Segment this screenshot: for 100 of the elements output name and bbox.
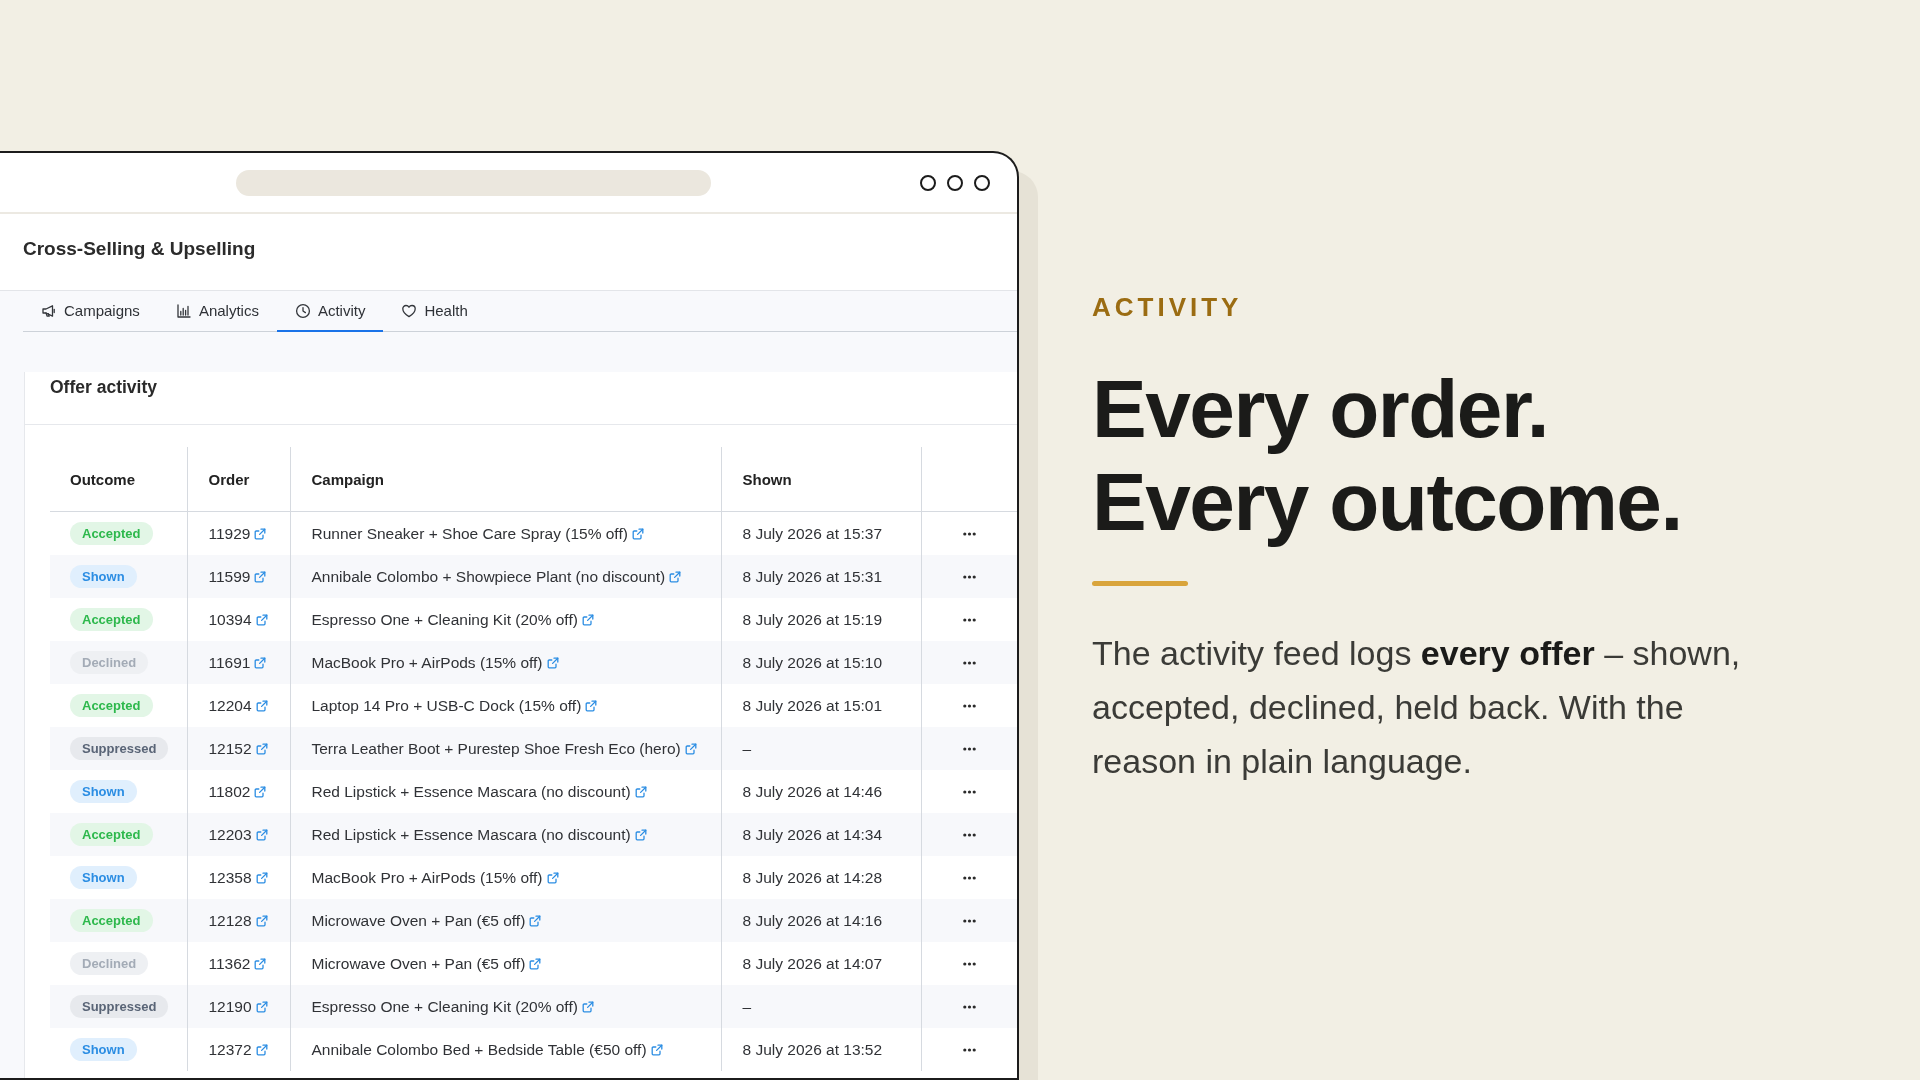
- tab[interactable]: Health: [383, 291, 486, 332]
- more-icon[interactable]: [962, 790, 976, 795]
- external-link-icon: [255, 613, 268, 626]
- campaign-link[interactable]: Runner Sneaker + Shoe Care Spray (15% off): [311, 524, 628, 543]
- campaign-link[interactable]: Laptop 14 Pro + USB-C Dock (15% off): [311, 696, 582, 715]
- outcome-tag: Accepted: [70, 522, 153, 545]
- order-link[interactable]: 12204: [208, 696, 252, 715]
- external-link-icon: [254, 656, 267, 669]
- heart-icon: [401, 302, 418, 319]
- external-link-icon: [581, 613, 594, 626]
- order-link[interactable]: 12372: [208, 1040, 252, 1059]
- circle-icon: [920, 174, 936, 191]
- external-link-icon: [255, 742, 268, 755]
- card-title: Offer activity: [50, 377, 157, 397]
- shown-time: 8 July 2026 at 15:31: [742, 567, 883, 585]
- order-link[interactable]: 10394: [208, 610, 252, 629]
- campaign-link[interactable]: Annibale Colombo + Showpiece Plant (no discount): [311, 567, 666, 586]
- more-icon[interactable]: [962, 833, 976, 838]
- more-icon[interactable]: [962, 876, 976, 881]
- outcome-tag: Suppressed: [70, 737, 169, 760]
- headline: Every outcome.: [1092, 455, 1682, 548]
- campaign-link[interactable]: Terra Leather Boot + Purestep Shoe Fresh Eco (hero): [311, 739, 681, 758]
- shown-time: 8 July 2026 at 14:46: [742, 782, 883, 800]
- tab[interactable]: Campaigns: [23, 291, 158, 332]
- outcome-tag: Accepted: [70, 608, 153, 631]
- more-icon[interactable]: [962, 575, 976, 580]
- address-field[interactable]: [236, 169, 711, 196]
- shown-time: –: [742, 739, 752, 757]
- shown-time: 8 July 2026 at 14:16: [742, 911, 883, 929]
- tab[interactable]: Analytics: [157, 291, 277, 332]
- external-link-icon: [254, 527, 267, 540]
- campaign-link[interactable]: Annibale Colombo Bed + Bedside Table (€50 off): [311, 1040, 647, 1059]
- external-link-icon: [546, 871, 559, 884]
- external-link-icon: [634, 828, 647, 841]
- column-header: Outcome: [70, 470, 135, 488]
- external-link-icon: [254, 785, 267, 798]
- shown-time: 8 July 2026 at 14:07: [742, 954, 883, 972]
- circle-icon: [974, 174, 990, 191]
- description: The activity feed logs every offer – shown, accepted, declined, held back. With the reason in plain language.: [1092, 633, 1742, 782]
- external-link-icon: [650, 1043, 663, 1056]
- outcome-tag: Shown: [70, 866, 137, 889]
- campaign-link[interactable]: Microwave Oven + Pan (€5 off): [311, 954, 526, 973]
- external-link-icon: [255, 1000, 268, 1013]
- campaign-link[interactable]: MacBook Pro + AirPods (15% off): [311, 868, 543, 887]
- shown-time: –: [742, 997, 752, 1015]
- shown-time: 8 July 2026 at 15:37: [742, 524, 883, 542]
- order-link[interactable]: 11362: [208, 954, 251, 973]
- section-label: ACTIVITY: [1092, 292, 1243, 322]
- order-link[interactable]: 11802: [208, 782, 251, 801]
- external-link-icon: [255, 699, 268, 712]
- more-icon[interactable]: [962, 618, 976, 623]
- campaign-link[interactable]: Red Lipstick + Essence Mascara (no discount): [311, 782, 631, 801]
- more-icon[interactable]: [962, 704, 976, 709]
- order-link[interactable]: 12152: [208, 739, 252, 758]
- outcome-tag: Shown: [70, 780, 137, 803]
- external-link-icon: [631, 527, 644, 540]
- external-link-icon: [255, 871, 268, 884]
- external-link-icon: [255, 914, 268, 927]
- shown-time: 8 July 2026 at 15:19: [742, 610, 883, 628]
- shown-time: 8 July 2026 at 14:34: [742, 825, 883, 843]
- more-icon[interactable]: [962, 1048, 976, 1053]
- column-header: Order: [208, 470, 250, 488]
- app-title: Cross-Selling & Upselling: [23, 238, 256, 259]
- shown-time: 8 July 2026 at 15:10: [742, 653, 883, 671]
- external-link-icon: [255, 828, 268, 841]
- order-link[interactable]: 12358: [208, 868, 252, 887]
- order-link[interactable]: 12190: [208, 997, 252, 1016]
- order-link[interactable]: 12203: [208, 825, 252, 844]
- headline: Every order.: [1092, 362, 1549, 455]
- campaign-link[interactable]: MacBook Pro + AirPods (15% off): [311, 653, 543, 672]
- outcome-tag: Accepted: [70, 823, 153, 846]
- order-link[interactable]: 11929: [208, 524, 251, 543]
- more-icon[interactable]: [962, 532, 976, 537]
- more-icon[interactable]: [962, 962, 976, 967]
- campaign-link[interactable]: Espresso One + Cleaning Kit (20% off): [311, 610, 578, 629]
- shown-time: 8 July 2026 at 15:01: [742, 696, 883, 714]
- outcome-tag: Accepted: [70, 694, 153, 717]
- more-icon[interactable]: [962, 919, 976, 924]
- external-link-icon: [585, 699, 598, 712]
- megaphone-icon: [41, 302, 57, 319]
- external-link-icon: [669, 570, 682, 583]
- bar-chart-icon: [175, 302, 192, 319]
- more-icon[interactable]: [962, 747, 976, 752]
- campaign-link[interactable]: Red Lipstick + Essence Mascara (no discount): [311, 825, 631, 844]
- external-link-icon: [529, 957, 542, 970]
- external-link-icon: [546, 656, 559, 669]
- campaign-link[interactable]: Microwave Oven + Pan (€5 off): [311, 911, 526, 930]
- clock-icon: [294, 302, 311, 319]
- external-link-icon: [254, 570, 267, 583]
- order-link[interactable]: 12128: [208, 911, 252, 930]
- column-header: Shown: [742, 470, 792, 488]
- outcome-tag: Shown: [70, 565, 137, 588]
- more-icon[interactable]: [962, 661, 976, 666]
- external-link-icon: [255, 1043, 268, 1056]
- more-icon[interactable]: [962, 1005, 976, 1010]
- order-link[interactable]: 11691: [208, 653, 251, 672]
- external-link-icon: [254, 957, 267, 970]
- shown-time: 8 July 2026 at 13:52: [742, 1040, 883, 1058]
- order-link[interactable]: 11599: [208, 567, 251, 586]
- campaign-link[interactable]: Espresso One + Cleaning Kit (20% off): [311, 997, 578, 1016]
